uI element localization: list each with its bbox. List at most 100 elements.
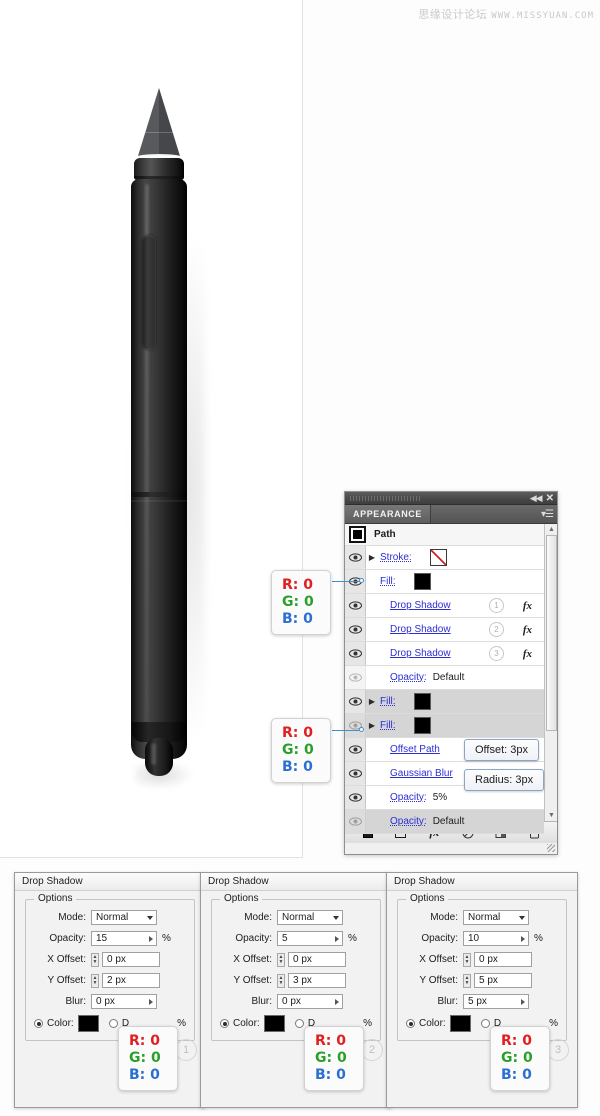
panel-scrollbar[interactable]: ▲ ▼ bbox=[544, 524, 557, 821]
opacity-input[interactable]: 5 bbox=[277, 931, 343, 946]
pen-eraser-highlight bbox=[151, 743, 156, 765]
x-offset-stepper[interactable]: ▲ ▼ bbox=[277, 952, 285, 967]
color-radio[interactable] bbox=[34, 1019, 43, 1028]
appearance-row-drop-shadow-2[interactable]: Drop Shadow 2 fx bbox=[345, 618, 544, 642]
fill-swatch-black[interactable] bbox=[413, 717, 431, 734]
blur-input[interactable]: 0 px bbox=[91, 994, 157, 1009]
x-offset-input[interactable]: 0 px bbox=[102, 952, 160, 967]
y-offset-stepper[interactable]: ▲ ▼ bbox=[463, 973, 471, 988]
slider-arrow-icon[interactable] bbox=[335, 998, 339, 1005]
panel-menu-icon[interactable]: ▾☰ bbox=[537, 505, 557, 523]
visibility-eye-icon[interactable] bbox=[345, 690, 366, 713]
visibility-eye-icon[interactable] bbox=[345, 786, 366, 809]
slider-arrow-icon[interactable] bbox=[149, 935, 153, 942]
fill-swatch-black[interactable] bbox=[413, 573, 431, 590]
mode-select[interactable]: Normal bbox=[463, 910, 529, 925]
color-label: Color: bbox=[233, 1018, 260, 1029]
appearance-row-drop-shadow-1[interactable]: Drop Shadow 1 fx bbox=[345, 594, 544, 618]
opacity-input[interactable]: 10 bbox=[463, 931, 529, 946]
color-swatch[interactable] bbox=[449, 1015, 471, 1032]
appearance-row-stroke[interactable]: ▶ Stroke: bbox=[345, 546, 544, 570]
opacity-row: Opacity: 5 % bbox=[220, 931, 372, 946]
visibility-eye-icon[interactable] bbox=[345, 738, 366, 761]
y-offset-input[interactable]: 3 px bbox=[288, 973, 346, 988]
appearance-row-opacity-1[interactable]: Opacity: Default bbox=[345, 666, 544, 690]
visibility-eye-icon[interactable] bbox=[345, 666, 366, 689]
fx-icon[interactable]: fx bbox=[523, 624, 532, 636]
panel-drag-bar[interactable]: ◀◀ ✕ bbox=[345, 492, 557, 505]
appearance-row-value: 5% bbox=[432, 792, 448, 803]
rgb-b-value: B: 0 bbox=[315, 1067, 346, 1083]
expand-triangle-icon[interactable]: ▶ bbox=[366, 553, 378, 562]
visibility-eye-icon[interactable] bbox=[345, 546, 366, 569]
appearance-row-label[interactable]: Opacity: bbox=[390, 792, 427, 803]
blur-input[interactable]: 0 px bbox=[277, 994, 343, 1009]
step-badge: 3 bbox=[489, 646, 504, 661]
x-offset-input[interactable]: 0 px bbox=[288, 952, 346, 967]
slider-arrow-icon[interactable] bbox=[521, 998, 525, 1005]
visibility-eye-icon[interactable] bbox=[345, 762, 366, 785]
tab-appearance[interactable]: APPEARANCE bbox=[345, 505, 432, 523]
x-offset-stepper[interactable]: ▲ ▼ bbox=[91, 952, 99, 967]
appearance-row-fill-3[interactable]: ▶ Fill: bbox=[345, 714, 544, 738]
mode-select[interactable]: Normal bbox=[91, 910, 157, 925]
color-swatch[interactable] bbox=[263, 1015, 285, 1032]
opacity-input[interactable]: 15 bbox=[91, 931, 157, 946]
appearance-row-label[interactable]: Opacity: bbox=[390, 672, 427, 683]
rgb-r-value: R: 0 bbox=[282, 725, 313, 741]
slider-arrow-icon[interactable] bbox=[521, 935, 525, 942]
blur-input[interactable]: 5 px bbox=[463, 994, 529, 1009]
x-offset-stepper[interactable]: ▲ ▼ bbox=[463, 952, 471, 967]
collapse-icon[interactable]: ◀◀ bbox=[530, 493, 543, 504]
darkness-radio[interactable] bbox=[108, 1019, 118, 1028]
appearance-row-label[interactable]: Stroke: bbox=[380, 552, 412, 563]
x-offset-input[interactable]: 0 px bbox=[474, 952, 532, 967]
appearance-row-opacity-3[interactable]: Opacity: Default bbox=[345, 810, 544, 834]
rgb-r-value: R: 0 bbox=[129, 1033, 160, 1049]
color-radio[interactable] bbox=[406, 1019, 415, 1028]
appearance-row-label[interactable]: Opacity: bbox=[390, 816, 427, 827]
stroke-swatch-none[interactable] bbox=[429, 549, 447, 566]
color-swatch[interactable] bbox=[77, 1015, 99, 1032]
appearance-row-label[interactable]: Fill: bbox=[380, 576, 396, 587]
resize-grip-icon[interactable] bbox=[547, 844, 555, 852]
expand-triangle-icon[interactable]: ▶ bbox=[366, 697, 378, 706]
appearance-row-label[interactable]: Fill: bbox=[380, 720, 396, 731]
appearance-row-fill-2[interactable]: ▶ Fill: bbox=[345, 690, 544, 714]
fill-swatch-black[interactable] bbox=[413, 693, 431, 710]
darkness-radio[interactable] bbox=[294, 1019, 304, 1028]
darkness-radio[interactable] bbox=[480, 1019, 490, 1028]
appearance-row-label[interactable]: Offset Path bbox=[390, 744, 440, 755]
close-icon[interactable]: ✕ bbox=[546, 493, 554, 504]
rgb-g-value: G: 0 bbox=[282, 742, 314, 758]
appearance-row-label[interactable]: Drop Shadow bbox=[390, 648, 451, 659]
expand-triangle-icon[interactable]: ▶ bbox=[366, 721, 378, 730]
y-offset-stepper[interactable]: ▲ ▼ bbox=[91, 973, 99, 988]
y-offset-label: Y Offset: bbox=[419, 975, 458, 986]
mode-value: Normal bbox=[282, 912, 315, 923]
visibility-eye-icon[interactable] bbox=[345, 642, 366, 665]
mode-select[interactable]: Normal bbox=[277, 910, 343, 925]
slider-arrow-icon[interactable] bbox=[149, 998, 153, 1005]
y-offset-label: Y Offset: bbox=[47, 975, 86, 986]
scrollbar-thumb[interactable] bbox=[546, 535, 557, 731]
y-offset-input[interactable]: 5 px bbox=[474, 973, 532, 988]
appearance-row-fill-1[interactable]: Fill: bbox=[345, 570, 544, 594]
fx-icon[interactable]: fx bbox=[523, 648, 532, 660]
color-radio[interactable] bbox=[220, 1019, 229, 1028]
scroll-down-arrow-icon[interactable]: ▼ bbox=[547, 811, 556, 820]
visibility-eye-icon[interactable] bbox=[345, 810, 366, 833]
visibility-eye-icon[interactable] bbox=[345, 618, 366, 641]
scroll-up-arrow-icon[interactable]: ▲ bbox=[547, 525, 556, 534]
appearance-row-label[interactable]: Gaussian Blur bbox=[390, 768, 453, 779]
appearance-row-label[interactable]: Drop Shadow bbox=[390, 624, 451, 635]
slider-arrow-icon[interactable] bbox=[335, 935, 339, 942]
y-offset-stepper[interactable]: ▲ ▼ bbox=[277, 973, 285, 988]
visibility-eye-icon[interactable] bbox=[345, 594, 366, 617]
appearance-row-drop-shadow-3[interactable]: Drop Shadow 3 fx bbox=[345, 642, 544, 666]
fx-icon[interactable]: fx bbox=[523, 600, 532, 612]
appearance-row-label[interactable]: Drop Shadow bbox=[390, 600, 451, 611]
visibility-eye-icon[interactable] bbox=[345, 714, 366, 737]
appearance-row-label[interactable]: Fill: bbox=[380, 696, 396, 707]
y-offset-input[interactable]: 2 px bbox=[102, 973, 160, 988]
